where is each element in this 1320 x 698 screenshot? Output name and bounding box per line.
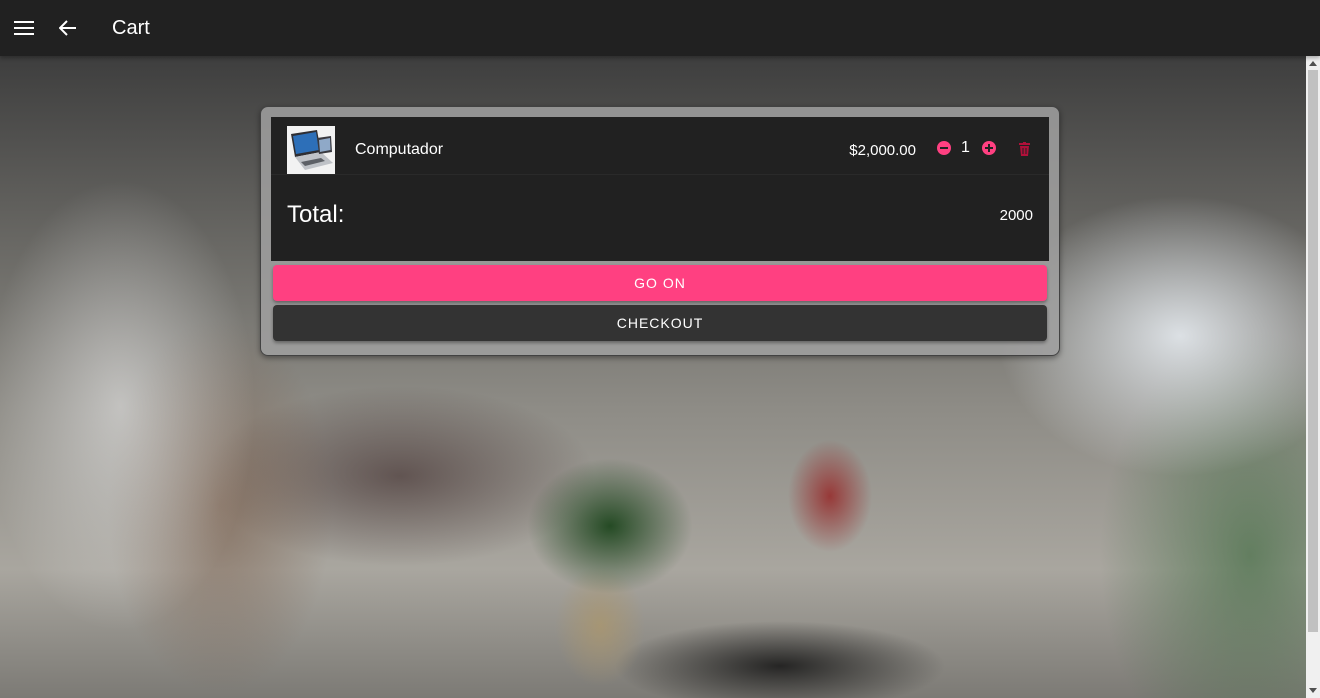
increase-quantity-button[interactable] xyxy=(982,141,996,155)
menu-button[interactable] xyxy=(12,16,36,40)
scroll-up-arrow-icon[interactable] xyxy=(1309,61,1317,66)
scrollbar-thumb[interactable] xyxy=(1308,70,1318,632)
checkout-button[interactable]: CHECKOUT xyxy=(273,305,1047,341)
decrease-quantity-button[interactable] xyxy=(937,141,951,155)
scrollbar[interactable] xyxy=(1306,56,1320,698)
page-title: Cart xyxy=(112,17,150,39)
top-app-bar: Cart xyxy=(0,0,1320,56)
total-value: 2000 xyxy=(999,207,1033,224)
menu-icon xyxy=(14,21,34,35)
item-price: $2,000.00 xyxy=(849,142,916,159)
back-button[interactable] xyxy=(56,16,80,40)
delete-icon[interactable] xyxy=(1019,142,1030,156)
laptop-icon xyxy=(287,126,335,174)
product-image xyxy=(287,126,335,174)
scroll-down-arrow-icon[interactable] xyxy=(1309,688,1317,693)
cart-item: Computador $2,000.00 1 xyxy=(271,117,1049,175)
cart-card: Computador $2,000.00 1 Total: 2000 GO ON… xyxy=(260,106,1060,356)
go-on-button[interactable]: GO ON xyxy=(273,265,1047,301)
total-label: Total: xyxy=(287,201,345,228)
cart-list: Computador $2,000.00 1 Total: 2000 xyxy=(271,117,1049,261)
item-name: Computador xyxy=(355,141,444,158)
arrow-back-icon xyxy=(59,20,76,36)
item-quantity: 1 xyxy=(961,139,970,156)
